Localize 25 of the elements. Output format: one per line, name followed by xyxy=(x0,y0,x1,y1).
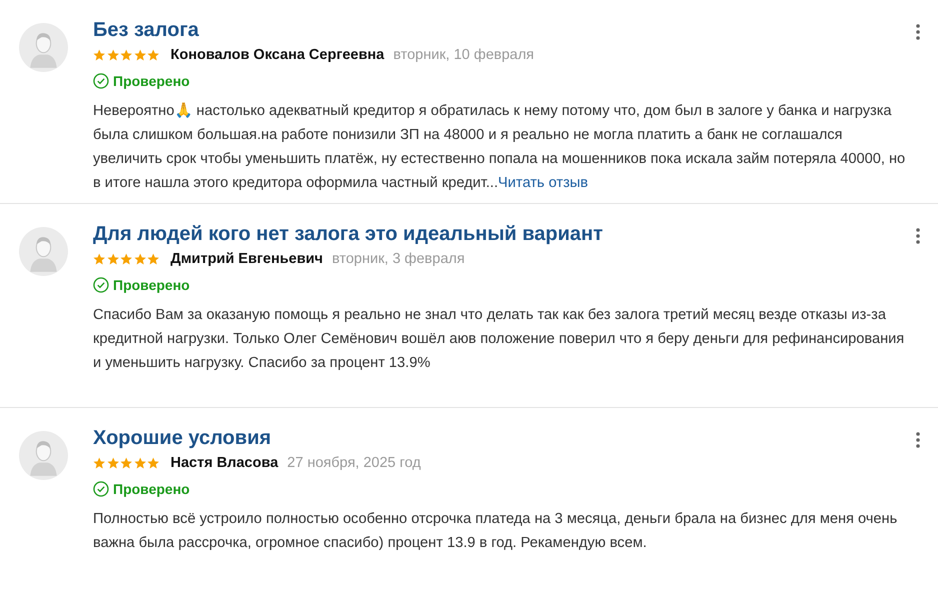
review-text: Спасибо Вам за оказаную помощь я реально не знал что делать так как без залога третий месяц везде отказы из-за кредитной нагрузки. Только Олег Семёнович вошёл аюв положение поверил что я беру деньги для рефинансирования и уменьшить нагрузку. Спасибо за процент 13.9% xyxy=(93,306,906,373)
avatar-icon xyxy=(19,23,68,72)
more-options-icon[interactable] xyxy=(916,228,920,244)
author-name: Дмитрий Евгеньевич xyxy=(170,251,323,267)
review-title[interactable]: Без залога xyxy=(93,16,906,44)
check-circle-icon xyxy=(93,277,109,293)
avatar-icon xyxy=(19,431,68,480)
verified-label: Проверено xyxy=(113,277,190,293)
avatar-icon xyxy=(19,227,68,276)
author-name: Настя Власова xyxy=(170,455,278,471)
review-date: вторник, 10 февраля xyxy=(393,47,534,63)
check-circle-icon xyxy=(93,73,109,89)
read-more-link[interactable]: Читать отзыв xyxy=(498,175,588,191)
author-name: Коновалов Оксана Сергеевна xyxy=(170,47,384,63)
more-options-icon[interactable] xyxy=(916,24,920,40)
review-title[interactable]: Для людей кого нет залога это идеальный вариант xyxy=(93,220,906,248)
review-text: Полностью всё устроило полностью особенно отсрочка платеда на 3 месяца, деньги брала на бизнес для меня очень важна была рассрочка, огромное спасибо) процент 13.9 в год. Рекамендую всем. xyxy=(93,510,898,553)
more-options-icon[interactable] xyxy=(916,432,920,448)
check-circle-icon xyxy=(93,481,109,497)
review-date: 27 ноября, 2025 год xyxy=(287,455,421,471)
review-title[interactable]: Хорошие условия xyxy=(93,424,906,452)
verified-label: Проверено xyxy=(113,481,190,497)
review-text: Невероятно🙏 настолько адекватный кредитор я обратилась к нему потому что, дом был в залоге у банка и нагрузка была слишком большая.на работе понизили ЗП на 48000 и я реально не могла платить а банк не соглашался увеличить срок чтобы уменьшить платёж, ну естественно попала на мошенников пока искала займ потеряла 40000, но в итоге нашла этого кредитора оформила частный кредит...Читать отзыв xyxy=(93,102,906,193)
verified-label: Проверено xyxy=(113,73,190,89)
review-date: вторник, 3 февраля xyxy=(332,251,465,267)
